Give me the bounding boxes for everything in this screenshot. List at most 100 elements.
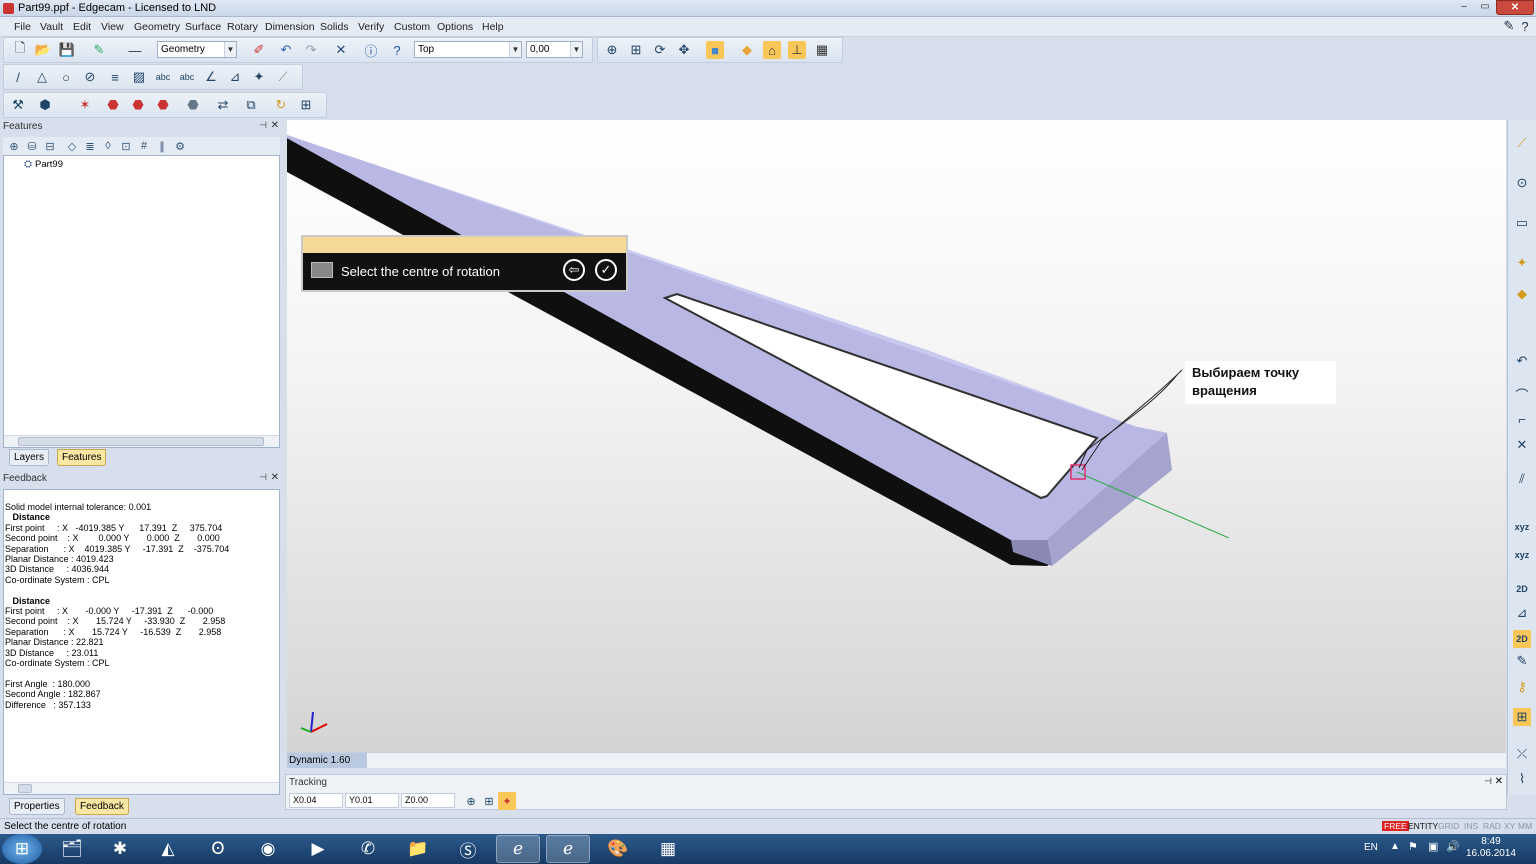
abc-icon[interactable]: abc bbox=[154, 68, 172, 86]
feature-edge-icon[interactable]: ◊ bbox=[99, 137, 117, 155]
eraser-icon[interactable]: ✐ bbox=[250, 41, 268, 59]
menu-dimension[interactable]: Dimension bbox=[265, 21, 315, 33]
body-red-1-icon[interactable]: ⬣ bbox=[104, 96, 122, 114]
tree-item-part[interactable]: ⛭ Part99 bbox=[24, 159, 63, 170]
feature-find-icon[interactable]: ◇ bbox=[63, 137, 81, 155]
edgecam-task-2[interactable]: ℯ bbox=[546, 835, 590, 863]
menu-solids[interactable]: Solids bbox=[320, 21, 349, 33]
workplane-icon[interactable]: ◆ bbox=[738, 41, 756, 59]
solid-import-icon[interactable]: ⬢ bbox=[36, 96, 54, 114]
chrome-icon[interactable]: ◉ bbox=[246, 835, 290, 863]
media-player-icon[interactable]: ▶ bbox=[296, 835, 340, 863]
extend-icon[interactable]: ⟋ bbox=[274, 68, 292, 86]
language-indicator[interactable]: EN bbox=[1364, 842, 1378, 853]
tray-arrow-icon[interactable]: ▲ bbox=[1390, 841, 1400, 852]
back-button[interactable]: ⇦ bbox=[563, 259, 585, 281]
minimize-button[interactable]: ‒ bbox=[1454, 0, 1474, 15]
point-tool-icon[interactable]: ✦ bbox=[1513, 254, 1531, 272]
skype-icon[interactable]: Ⓢ bbox=[446, 835, 490, 863]
feature-list-icon[interactable]: ≣ bbox=[81, 137, 99, 155]
status-entity[interactable]: ENTITY bbox=[1408, 821, 1438, 831]
view-combo[interactable]: Top ▼ bbox=[414, 41, 522, 58]
coord-icon[interactable]: ⊞ bbox=[480, 792, 498, 810]
solidworks-icon[interactable]: Ꙩ bbox=[196, 835, 240, 863]
line-style-icon[interactable]: — bbox=[126, 41, 144, 59]
rotate-icon[interactable]: ↻ bbox=[272, 96, 290, 114]
viber-icon[interactable]: ✆ bbox=[346, 835, 390, 863]
grid-icon[interactable]: ▦ bbox=[813, 41, 831, 59]
help-query-icon[interactable]: ? bbox=[1516, 17, 1534, 35]
tracking-x-field[interactable]: X0.04 bbox=[289, 793, 343, 808]
globe-icon[interactable]: ⊕ bbox=[462, 792, 480, 810]
geometry-combo[interactable]: Geometry ▼ bbox=[157, 41, 237, 58]
menu-file[interactable]: File bbox=[14, 21, 31, 33]
status-rad[interactable]: RAD bbox=[1483, 821, 1501, 831]
undo-icon[interactable]: ↶ bbox=[277, 41, 295, 59]
clock[interactable]: 8:49 16.06.2014 bbox=[1466, 836, 1516, 860]
menu-edit[interactable]: Edit bbox=[73, 21, 91, 33]
shaded-view-icon[interactable]: ■ bbox=[706, 41, 724, 59]
copy-icon[interactable]: ⧉ bbox=[242, 96, 260, 114]
autocad-icon[interactable]: ◭ bbox=[146, 835, 190, 863]
tab-layers[interactable]: Layers bbox=[9, 449, 50, 466]
menu-verify[interactable]: Verify bbox=[358, 21, 384, 33]
open-folder-icon[interactable]: 📂 bbox=[34, 41, 52, 59]
color-picker-icon[interactable]: ✎ bbox=[90, 41, 108, 59]
volume-icon[interactable]: 🔊 bbox=[1446, 840, 1460, 853]
snap-icon[interactable]: ✦ bbox=[498, 792, 516, 810]
arc-icon[interactable]: ⊘ bbox=[81, 68, 99, 86]
key-icon[interactable]: ⚷ bbox=[1513, 678, 1531, 696]
tracking-z-field[interactable]: Z0.00 bbox=[401, 793, 455, 808]
feature-solid-icon[interactable]: ⛁ bbox=[23, 137, 41, 155]
status-free[interactable]: FREE bbox=[1382, 821, 1409, 831]
feature-hash-icon[interactable]: # bbox=[135, 137, 153, 155]
maximize-button[interactable]: ▭ bbox=[1475, 0, 1495, 15]
abc-edit-icon[interactable]: abc bbox=[178, 68, 196, 86]
circle-icon[interactable]: ○ bbox=[57, 68, 75, 86]
tab-properties[interactable]: Properties bbox=[9, 798, 65, 815]
menu-vault[interactable]: Vault bbox=[40, 21, 63, 33]
pin-icon[interactable]: ⊣ bbox=[259, 472, 267, 483]
horizontal-scrollbar[interactable] bbox=[4, 435, 279, 447]
menu-rotary[interactable]: Rotary bbox=[227, 21, 258, 33]
chamfer-icon[interactable]: ⌐ bbox=[1513, 410, 1531, 428]
2d-icon[interactable]: 2D bbox=[1513, 580, 1531, 598]
feature-delete-icon[interactable]: ⊟ bbox=[41, 137, 59, 155]
menu-help[interactable]: Help bbox=[482, 21, 504, 33]
status-mm[interactable]: MM bbox=[1518, 821, 1532, 831]
close-panel-icon[interactable]: ✕ bbox=[271, 120, 279, 131]
trim-icon[interactable]: ⤫ bbox=[1513, 745, 1531, 763]
tab-feedback[interactable]: Feedback bbox=[75, 798, 129, 815]
fillet-icon[interactable]: ⌒ bbox=[1513, 385, 1531, 403]
feature-finder-icon[interactable]: ⚒ bbox=[9, 96, 27, 114]
array-icon[interactable]: ⊞ bbox=[297, 96, 315, 114]
pan-icon[interactable]: ✥ bbox=[675, 41, 693, 59]
edgecam-task-1[interactable]: ℯ bbox=[496, 835, 540, 863]
tracking-y-field[interactable]: Y0.01 bbox=[345, 793, 399, 808]
menu-view[interactable]: View bbox=[101, 21, 124, 33]
delete-icon[interactable]: ✕ bbox=[332, 41, 350, 59]
edit-box-icon[interactable]: ⊞ bbox=[1513, 708, 1531, 726]
menu-geometry[interactable]: Geometry bbox=[134, 21, 180, 33]
depth-combo[interactable]: 0,00 ▼ bbox=[526, 41, 583, 58]
intersect-icon[interactable]: ✕ bbox=[1513, 436, 1531, 454]
whats-this-icon[interactable]: ? bbox=[388, 41, 406, 59]
feature-split-icon[interactable]: ∥ bbox=[153, 137, 171, 155]
line-tool-icon[interactable]: ⟋ bbox=[1513, 134, 1531, 152]
rotate-view-icon[interactable]: ⟳ bbox=[651, 41, 669, 59]
start-button[interactable]: ⊞ bbox=[2, 834, 42, 864]
pen-icon[interactable]: ✎ bbox=[1513, 652, 1531, 670]
zoom-window-icon[interactable]: ⊕ bbox=[603, 41, 621, 59]
menu-custom[interactable]: Custom bbox=[394, 21, 430, 33]
2d-active-icon[interactable]: 2D bbox=[1513, 630, 1531, 648]
accept-button[interactable]: ✓ bbox=[595, 259, 617, 281]
explorer-icon[interactable]: 🗂 bbox=[50, 835, 94, 863]
layer-tool-icon[interactable]: ◆ bbox=[1513, 285, 1531, 303]
stock-icon[interactable]: ✶ bbox=[76, 96, 94, 114]
text-icon[interactable]: ≡ bbox=[106, 68, 124, 86]
measure-icon[interactable]: ✦ bbox=[250, 68, 268, 86]
pin-icon[interactable]: ⊣ bbox=[1484, 776, 1492, 787]
xyz-icon[interactable]: xyz bbox=[1513, 518, 1531, 536]
app-red-icon[interactable]: ✱ bbox=[98, 835, 142, 863]
line-icon[interactable]: / bbox=[9, 68, 27, 86]
